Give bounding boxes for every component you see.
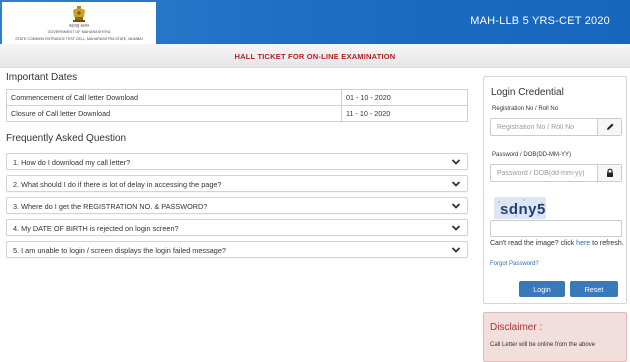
captcha-refresh-suffix: to refresh. (592, 240, 624, 247)
chevron-down-icon (451, 247, 461, 253)
logo[interactable]: महाराष्ट्र शासन GOVERNMENT OF MAHARASHTR… (2, 2, 156, 44)
captcha-image: sdny5 (494, 197, 546, 219)
faq-item-2[interactable]: 2. What should I do if there is lot of d… (6, 175, 468, 192)
faq-item-3[interactable]: 3. Where do I get the REGISTRATION NO. &… (6, 197, 468, 214)
captcha-refresh-text: Can't read the image? click here to refr… (490, 239, 624, 249)
captcha-input-box (490, 220, 622, 237)
app-title: MAH-LLB 5 YRS-CET 2020 (470, 15, 610, 27)
forgot-password-link[interactable]: Forgot Password? (490, 261, 539, 267)
captcha-refresh-link[interactable]: here (576, 240, 590, 247)
captcha-text: sdny5 (500, 201, 546, 218)
password-label: Password / DOB(DD-MM-YY) (492, 152, 572, 158)
date-label: Commencement of Call letter Download (6, 89, 342, 106)
page-banner-text: HALL TICKET FOR ON-LINE EXAMINATION (234, 52, 396, 61)
registration-label: Registration No / Roll No (492, 106, 559, 112)
faq-question: 4. My DATE OF BIRTH is rejected on login… (13, 224, 179, 233)
captcha-input[interactable] (491, 222, 621, 237)
emblem-logo (73, 6, 85, 22)
disclaimer-box: Disclaimer : Call Letter will be online … (483, 312, 627, 362)
table-row: Closure of Call letter Download 11 - 10 … (6, 105, 468, 122)
faq-question: 5. I am unable to login / screen display… (13, 246, 226, 255)
login-panel: Login Credential Registration No / Roll … (483, 76, 627, 304)
password-input-group (490, 164, 622, 182)
faq-question: 2. What should I do if there is lot of d… (13, 180, 222, 189)
chevron-down-icon (451, 181, 461, 187)
pencil-icon-addon (597, 119, 621, 135)
faq-item-4[interactable]: 4. My DATE OF BIRTH is rejected on login… (6, 219, 468, 236)
password-input[interactable] (491, 165, 599, 181)
captcha-refresh-prefix: Can't read the image? click (490, 240, 575, 247)
logo-government-text: GOVERNMENT OF MAHARASHTRA (47, 30, 111, 34)
date-value: 01 - 10 - 2020 (341, 89, 468, 106)
disclaimer-title: Disclaimer : (490, 322, 543, 333)
faq-item-1[interactable]: 1. How do I download my call letter? (6, 153, 468, 170)
chevron-down-icon (451, 225, 461, 231)
lock-icon-addon (597, 165, 621, 181)
important-dates-title: Important Dates (6, 72, 78, 83)
table-row: Commencement of Call letter Download 01 … (6, 89, 468, 106)
login-title: Login Credential (491, 87, 564, 98)
page-banner: HALL TICKET FOR ON-LINE EXAMINATION (0, 44, 630, 68)
registration-input-group (490, 118, 622, 136)
pencil-icon (607, 123, 614, 130)
faq-question: 1. How do I download my call letter? (13, 158, 131, 167)
site-header: महाराष्ट्र शासन GOVERNMENT OF MAHARASHTR… (0, 0, 630, 44)
date-value: 11 - 10 - 2020 (341, 105, 468, 122)
logo-cell-text: STATE COMMON ENTRANCE TEST CELL, MAHARAS… (15, 37, 143, 41)
registration-input[interactable] (491, 119, 599, 135)
disclaimer-text: Call Letter will be online from the abov… (490, 342, 596, 348)
faq-question: 3. Where do I get the REGISTRATION NO. &… (13, 202, 208, 211)
login-button[interactable]: Login (519, 281, 565, 297)
chevron-down-icon (451, 203, 461, 209)
date-label: Closure of Call letter Download (6, 105, 342, 122)
faq-title: Frequently Asked Question (6, 133, 127, 144)
faq-item-5[interactable]: 5. I am unable to login / screen display… (6, 241, 468, 258)
lock-icon (607, 168, 613, 177)
logo-marathi-text: महाराष्ट्र शासन (68, 23, 90, 28)
reset-button[interactable]: Reset (570, 281, 618, 297)
chevron-down-icon (451, 159, 461, 165)
important-dates-table: Commencement of Call letter Download 01 … (6, 89, 468, 122)
